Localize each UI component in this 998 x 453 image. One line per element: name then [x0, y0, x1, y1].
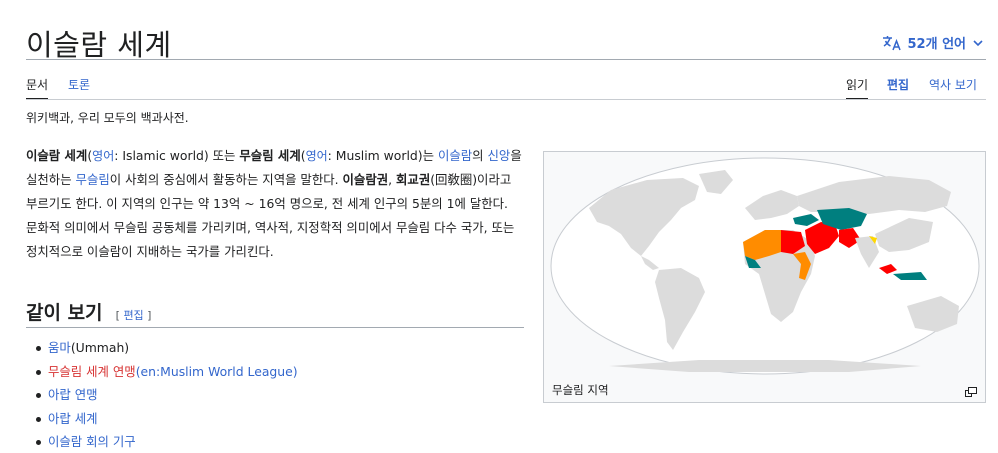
section-edit: [ 편집 ] [115, 309, 152, 322]
section-title: 같이 보기 [26, 302, 103, 324]
list-item: 움마(Ummah) [34, 336, 298, 360]
translate-icon [882, 35, 902, 51]
tab-edit[interactable]: 편집 [887, 76, 909, 100]
map-figure: 무슬림 지역 [543, 151, 986, 403]
link-oic[interactable]: 이슬람 회의 기구 [48, 434, 136, 449]
section-edit-link[interactable]: 편집 [123, 309, 143, 322]
language-button[interactable]: 52개 언어 [882, 33, 985, 52]
intro-text: , [388, 172, 397, 187]
link-ummah[interactable]: 움마 [48, 340, 71, 355]
link-arab-league[interactable]: 아랍 연맹 [48, 387, 98, 402]
intro-text: : Islamic world) 또는 [114, 148, 240, 163]
antarctica [609, 360, 921, 372]
link-muslim[interactable]: 무슬림 [76, 172, 110, 187]
link-en-muslim-world-league[interactable]: (en:Muslim World League) [136, 364, 298, 379]
link-muslim-world-league[interactable]: 무슬림 세계 연맹 [48, 364, 136, 379]
lang-link-english[interactable]: 영어 [92, 149, 114, 163]
section-heading: 같이 보기 [ 편집 ] [26, 298, 524, 328]
intro-text: 이 사회의 중심에서 활동하는 지역을 말한다. [109, 172, 343, 187]
intro-term: 이슬람 세계 [26, 148, 88, 163]
see-also-list: 움마(Ummah) 무슬림 세계 연맹(en:Muslim World Leag… [34, 336, 298, 453]
tab-article[interactable]: 문서 [26, 76, 49, 100]
intro-term: 회교권 [396, 172, 431, 187]
tabs-divider [26, 99, 986, 100]
link-arab-world[interactable]: 아랍 세계 [48, 411, 98, 426]
language-count: 52개 언어 [907, 37, 967, 52]
world-map[interactable] [549, 156, 981, 376]
site-tagline: 위키백과, 우리 모두의 백과사전. [26, 111, 189, 125]
list-item: 아랍 세계 [34, 407, 298, 431]
enlarge-icon[interactable] [965, 382, 977, 401]
link-islam[interactable]: 이슬람 [438, 148, 472, 163]
intro-term: 무슬림 세계 [239, 148, 301, 163]
page-tabs: 문서 토론 읽기 편집 역사 보기 [26, 76, 986, 100]
link-faith[interactable]: 신앙 [488, 148, 511, 163]
chevron-down-icon [972, 37, 984, 49]
intro-paragraph: 이슬람 세계(영어: Islamic world) 또는 무슬림 세계(영어: … [26, 144, 522, 264]
page-title: 이슬람 세계 [26, 28, 172, 62]
tab-talk[interactable]: 토론 [68, 76, 90, 100]
tab-history[interactable]: 역사 보기 [929, 76, 977, 100]
intro-text: : Muslim world)는 [327, 148, 438, 163]
map-caption: 무슬림 지역 [552, 383, 609, 397]
intro-text: 의 [472, 148, 488, 163]
intro-term: 이슬람권 [342, 172, 389, 187]
list-item: 아랍 연맹 [34, 383, 298, 407]
title-divider [26, 59, 986, 60]
lang-link-english[interactable]: 영어 [306, 149, 328, 163]
tab-read[interactable]: 읽기 [846, 76, 869, 100]
list-item-suffix: (Ummah) [70, 340, 130, 355]
list-item: 이슬람 회의 기구 [34, 430, 298, 453]
list-item: 무슬림 세계 연맹(en:Muslim World League) [34, 360, 298, 384]
